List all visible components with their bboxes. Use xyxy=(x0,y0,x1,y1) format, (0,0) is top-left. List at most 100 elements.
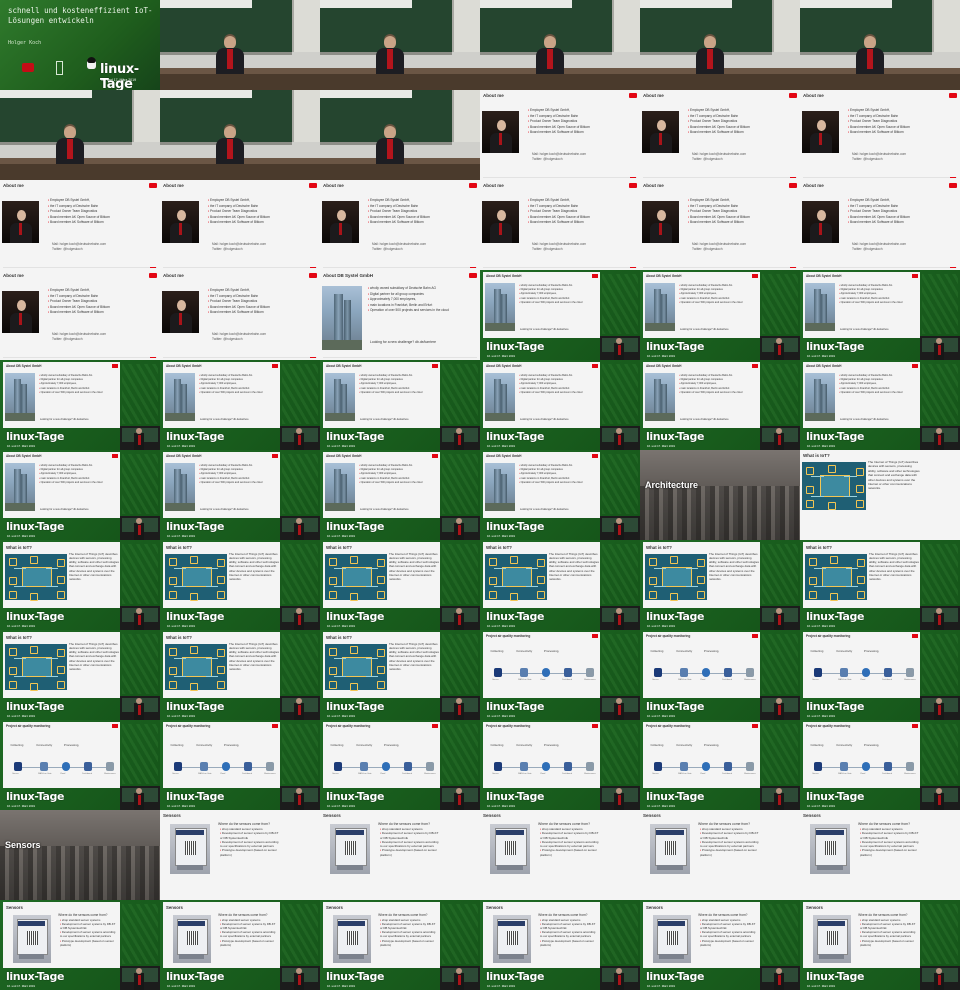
flow-item-label: Cloud xyxy=(60,773,66,776)
bullet-item: Operation of over 500 projects and servi… xyxy=(679,301,759,305)
db-logo xyxy=(752,274,758,278)
flow-item-label: Cloud xyxy=(860,773,866,776)
background-pattern xyxy=(922,904,958,964)
iot-node xyxy=(217,665,226,674)
frame-thumbnail-47: Project air quality monitoring Collecting… xyxy=(640,630,800,720)
frame-thumbnail-56: SensorsWhere do the sensors come from?sh… xyxy=(160,810,320,900)
contact-twitter: Twitter: @holgeskoch xyxy=(52,337,83,341)
office-tower-photo xyxy=(165,373,195,421)
flow-step-label: Processing, xyxy=(223,743,240,748)
frame-thumbnail-30: About DB Systel GmbH wholly owned subsidi… xyxy=(800,360,960,450)
slide-heading: About DB Systel GmbH xyxy=(806,364,842,368)
side-board xyxy=(452,90,480,142)
qr-code xyxy=(185,841,197,855)
event-dates: 16. und 17. März 2019 xyxy=(7,714,35,718)
frame-thumbnail-62: SensorsWhere do the sensors come from?sh… xyxy=(160,900,320,990)
slide-heading: About me xyxy=(163,273,184,278)
bullet-list: wholly owned subsidiary of Deutsche Bahn… xyxy=(359,374,439,395)
slide-heading: What is IoT? xyxy=(166,635,192,640)
flow-step-label: Collecting xyxy=(810,743,824,748)
iot-node xyxy=(168,558,177,567)
db-logo xyxy=(789,183,797,188)
iot-link xyxy=(653,586,667,588)
office-tower-photo xyxy=(325,463,355,511)
flow-step-label: Connectivity xyxy=(676,743,693,748)
event-dates: 16. und 17. März 2019 xyxy=(7,444,35,448)
iot-node xyxy=(217,680,226,689)
flow-item-label: Maintenance xyxy=(424,773,436,776)
qr-code xyxy=(665,841,677,855)
speaker-camera xyxy=(440,426,480,450)
event-dates: 16. und 17. März 2019 xyxy=(487,354,515,358)
iot-illustration xyxy=(805,553,868,601)
flow-step-label: Collecting xyxy=(490,649,504,654)
sensor-header xyxy=(335,830,365,835)
event-dates: 16. und 17. März 2019 xyxy=(167,804,195,808)
iot-link xyxy=(205,586,219,588)
flow-step-label: Connectivity xyxy=(836,743,853,748)
flow-item-label: Maintenance xyxy=(744,679,756,682)
event-logo: linux-Tage xyxy=(6,700,65,713)
sensor-base xyxy=(819,954,844,959)
bullet-list: Employee DB Systel GmbH,the IT company o… xyxy=(368,198,478,226)
speaker xyxy=(534,36,566,74)
frame-thumbnail-66: SensorsWhere do the sensors come from?sh… xyxy=(800,900,960,990)
bullet-item: Prototype development (based on sensor p… xyxy=(220,939,277,947)
sensor-header xyxy=(495,830,525,835)
bullet-list: shop standard sensor systemsDevelopment … xyxy=(860,827,920,857)
contact-twitter: Twitter: @holgeskoch xyxy=(52,247,83,251)
speaker-camera xyxy=(280,696,320,720)
recruiting-text: Looking for a new challenge? db.de/karri… xyxy=(370,340,436,344)
contact-twitter: Twitter: @holgeskoch xyxy=(212,337,243,341)
flow-step-label: Collecting xyxy=(10,743,24,748)
slide-capture: About DB Systel GmbH wholly owned subsidi… xyxy=(803,362,920,428)
frame-thumbnail-32: About DB Systel GmbH wholly owned subsidi… xyxy=(160,450,320,540)
bullet-item: Development of sensor systems according … xyxy=(380,930,437,938)
iot-screen xyxy=(182,656,212,678)
slide-heading: Sensors xyxy=(483,813,501,818)
slide-capture: SensorsWhere do the sensors come from?sh… xyxy=(483,902,600,968)
db-logo xyxy=(112,724,118,728)
slide-capture: About DB Systel GmbH wholly owned subsidi… xyxy=(3,452,120,518)
camera-lanyard xyxy=(138,615,141,625)
bullet-item: Prototype development (based on sensor p… xyxy=(700,939,757,947)
flow-icon xyxy=(906,762,915,771)
iot-illustration xyxy=(165,643,228,691)
iot-node xyxy=(189,592,198,601)
contact-info: Mail: holger.koch@deutschebahn.com Twitte… xyxy=(852,242,906,252)
bullet-item: Prototype development (based on sensor p… xyxy=(380,848,440,857)
iot-link xyxy=(685,567,699,569)
iot-node xyxy=(808,558,817,567)
speaker-camera xyxy=(120,786,160,810)
flow-item-label: WAN-Lan Gate xyxy=(677,773,692,776)
bullet-list: shop standard sensor systemsDevelopment … xyxy=(220,827,280,857)
event-logo: linux-Tage xyxy=(326,790,385,803)
footer-accent xyxy=(630,176,636,178)
iot-illustration xyxy=(485,553,548,601)
flow-step-label: Processing, xyxy=(63,743,80,748)
tower-a xyxy=(334,378,341,418)
frame-thumbnail-27: About DB Systel GmbH wholly owned subsidi… xyxy=(320,360,480,450)
recruiting-text: Looking for a new challenge? db.de/karri… xyxy=(840,418,889,421)
slide-capture: About DB Systel GmbH wholly owned subsidi… xyxy=(643,272,760,338)
background-pattern xyxy=(922,364,958,424)
flow-icon xyxy=(586,762,595,771)
iot-link xyxy=(810,495,824,497)
iot-link xyxy=(365,586,379,588)
tower-b xyxy=(661,293,667,328)
camera-lanyard xyxy=(458,795,461,805)
background-pattern xyxy=(762,544,798,604)
slide-heading: About DB Systel GmbH xyxy=(326,364,362,368)
projector-screen xyxy=(800,0,892,8)
frame-thumbnail-8 xyxy=(160,90,320,180)
iot-node xyxy=(8,666,17,675)
camera-lanyard xyxy=(138,795,141,805)
flow-item-label: WAN-Lan Gate xyxy=(37,773,52,776)
flow-item-label: Maintenance xyxy=(584,773,596,776)
bullet-item: Board member AK Software of Bitkom xyxy=(688,220,798,226)
slide-heading: What is IoT? xyxy=(486,545,512,550)
event-logo: linux-Tage xyxy=(646,970,705,983)
flow-icon xyxy=(62,762,71,771)
event-logo: linux-Tage xyxy=(806,340,865,353)
footer-accent xyxy=(310,356,316,358)
